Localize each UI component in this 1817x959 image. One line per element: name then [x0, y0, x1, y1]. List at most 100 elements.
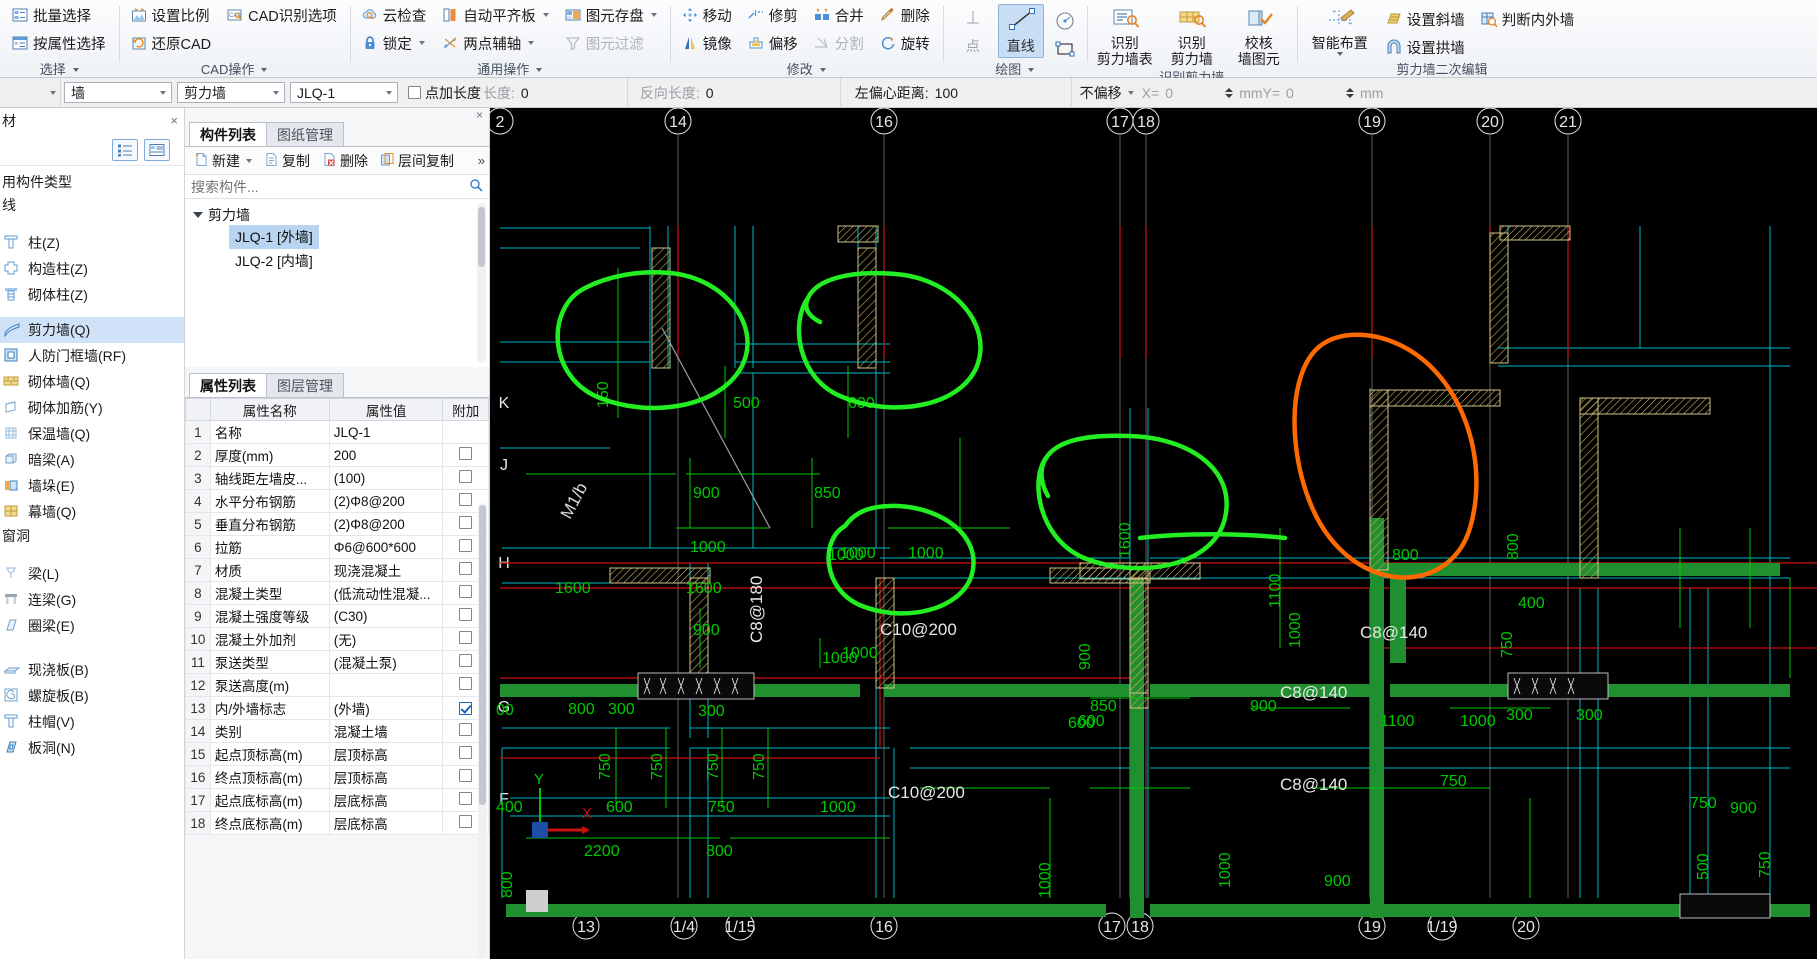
table-row[interactable]: 13 内/外墙标志 (外墙) — [185, 696, 489, 720]
property-value-cell[interactable]: 层底标高 — [328, 811, 444, 835]
cloud-check-button[interactable]: 云检查 — [357, 2, 433, 28]
table-row[interactable]: 2 厚度(mm) 200 — [185, 443, 489, 467]
sidebar-item-masonry-reinforcement[interactable]: 砌体加筋(Y) — [0, 395, 184, 421]
sidebar-item-civil-defense-door-frame-wall[interactable]: 人防门框墙(RF) — [0, 343, 184, 369]
auto-align-slab-button[interactable]: 自动平齐板 — [437, 2, 555, 28]
attach-checkbox[interactable] — [459, 562, 473, 575]
table-row[interactable]: 4 水平分布钢筋 (2)Φ8@200 — [185, 489, 489, 513]
ribbon-group-draw-title[interactable]: 绘图 — [950, 61, 1080, 78]
property-value-cell[interactable]: JLQ-1 — [328, 420, 444, 444]
check-wall-element-button[interactable]: 校核 墙图元 — [1228, 4, 1290, 69]
attach-checkbox[interactable] — [459, 539, 473, 552]
set-scale-button[interactable]: 设置比例 — [126, 2, 218, 28]
attach-checkbox[interactable] — [459, 585, 473, 598]
point-tool-button[interactable]: 点 — [950, 4, 996, 58]
sidebar-item-cast-in-place-slab[interactable]: 现浇板(B) — [0, 657, 184, 683]
attach-checkbox-checked[interactable] — [459, 702, 473, 715]
sidebar-item-structural-column[interactable]: 构造柱(Z) — [0, 256, 184, 282]
tab-component-list[interactable]: 构件列表 — [189, 122, 267, 146]
batch-select-button[interactable]: 批量选择 — [7, 2, 112, 28]
property-scrollbar[interactable] — [478, 503, 487, 958]
sidebar-item-column[interactable]: 柱(Z) — [0, 230, 184, 256]
arc-tool-button[interactable] — [1046, 7, 1080, 31]
table-row[interactable]: 17 起点底标高(m) 层底标高 — [185, 788, 489, 812]
ribbon-group-cad-title[interactable]: CAD操作 — [126, 61, 343, 78]
toolbar-overflow-button[interactable]: » — [478, 153, 485, 168]
x-input[interactable]: 0 — [1161, 82, 1223, 103]
attach-checkbox[interactable] — [459, 677, 473, 690]
two-point-aux-axis-button[interactable]: 两点辅轴 — [437, 30, 555, 56]
attach-checkbox[interactable] — [459, 654, 473, 667]
tab-layer-management[interactable]: 图层管理 — [266, 373, 344, 397]
attach-checkbox[interactable] — [459, 447, 473, 460]
property-value-cell[interactable]: Φ6@600*600 — [328, 535, 444, 559]
reverse-length-input[interactable]: 0 — [701, 82, 840, 103]
mirror-button[interactable]: 镜像 — [677, 30, 738, 56]
ribbon-group-select-title[interactable]: 选择 — [7, 61, 112, 78]
sidebar-item-masonry-column[interactable]: 砌体柱(Z) — [0, 282, 184, 308]
sidebar-item-insulation-wall[interactable]: 保温墙(Q) — [0, 421, 184, 447]
table-row[interactable]: 16 终点顶标高(m) 层顶标高 — [185, 765, 489, 789]
table-row[interactable]: 15 起点顶标高(m) 层顶标高 — [185, 742, 489, 766]
close-icon[interactable]: × — [476, 108, 483, 122]
table-row[interactable]: 12 泵送高度(m) — [185, 673, 489, 697]
line-tool-button[interactable]: 直线 — [997, 4, 1044, 58]
property-value-cell[interactable]: (2)Φ8@200 — [328, 512, 444, 536]
set-arch-wall-button[interactable]: 设置拱墙 — [1381, 34, 1471, 60]
sidebar-item-spiral-slab[interactable]: 螺旋板(B) — [0, 683, 184, 709]
offset-mode-combo[interactable]: 不偏移 — [1080, 83, 1134, 103]
property-value-cell[interactable]: (无) — [328, 627, 444, 651]
select-by-attribute-button[interactable]: 按属性选择 — [7, 30, 112, 56]
rect-tool-button[interactable] — [1046, 35, 1080, 59]
sidebar-item-column-cap[interactable]: 柱帽(V) — [0, 709, 184, 735]
sidebar-item-shear-wall[interactable]: 剪力墙(Q) — [0, 317, 184, 343]
table-row[interactable]: 18 终点底标高(m) 层底标高 — [185, 811, 489, 835]
tab-drawing-management[interactable]: 图纸管理 — [266, 122, 344, 146]
property-value-cell[interactable]: 层顶标高 — [328, 742, 444, 766]
smart-layout-button[interactable]: 智能布置 — [1304, 4, 1376, 58]
cad-drawing-canvas[interactable]: 2 14 16 17 18 19 20 21 13 1/4 1/15 16 17… — [490, 108, 1817, 959]
element-filter-button[interactable]: 图元过滤 — [560, 30, 663, 56]
property-value-cell[interactable]: 现浇混凝土 — [328, 558, 444, 582]
table-row[interactable]: 9 混凝土强度等级 (C30) — [185, 604, 489, 628]
attach-checkbox[interactable] — [459, 493, 473, 506]
y-spinner[interactable] — [1343, 87, 1356, 99]
new-component-button[interactable]: 新建 — [189, 148, 257, 174]
attach-checkbox[interactable] — [459, 470, 473, 483]
left-eccentric-input[interactable]: 100 — [930, 82, 1071, 103]
y-input[interactable]: 0 — [1282, 82, 1344, 103]
property-attach-cell[interactable] — [442, 420, 489, 444]
property-value-cell[interactable]: (混凝土泵) — [328, 650, 444, 674]
tab-property-list[interactable]: 属性列表 — [189, 373, 267, 397]
options-first-combo[interactable] — [0, 78, 60, 108]
ribbon-group-modify-title[interactable]: 修改 — [677, 61, 936, 78]
property-value-cell[interactable] — [328, 673, 444, 697]
property-value-cell[interactable]: 层顶标高 — [328, 765, 444, 789]
list-view-button[interactable] — [112, 138, 138, 161]
property-value-cell[interactable]: (100) — [328, 466, 444, 490]
sidebar-item-masonry-wall[interactable]: 砌体墙(Q) — [0, 369, 184, 395]
attach-checkbox[interactable] — [459, 792, 473, 805]
x-spinner[interactable] — [1222, 87, 1235, 99]
delete-button[interactable]: 删除 — [875, 2, 936, 28]
property-value-cell[interactable]: (外墙) — [328, 696, 444, 720]
split-button[interactable]: 分割 — [809, 30, 870, 56]
combo-wall-type[interactable]: 剪力墙 — [177, 82, 285, 103]
recognize-shearwall-button[interactable]: 识别 剪力墙 — [1161, 4, 1223, 69]
table-row[interactable]: 7 材质 现浇混凝土 — [185, 558, 489, 582]
table-row[interactable]: 3 轴线距左墙皮... (100) — [185, 466, 489, 490]
attach-checkbox[interactable] — [459, 631, 473, 644]
restore-cad-button[interactable]: 还原CAD — [126, 30, 218, 56]
combo-structure-type[interactable]: 墙 — [64, 82, 172, 103]
recognize-shearwall-table-button[interactable]: 识别 剪力墙表 — [1094, 4, 1156, 69]
rotate-button[interactable]: 旋转 — [875, 30, 936, 56]
attach-checkbox[interactable] — [459, 516, 473, 529]
property-value-cell[interactable]: 混凝土墙 — [328, 719, 444, 743]
cad-recognize-options-button[interactable]: CAD CAD识别选项 — [222, 2, 343, 28]
merge-button[interactable]: 合并 — [809, 2, 870, 28]
tree-item-jlq2[interactable]: JLQ-2 [内墙] — [229, 249, 319, 273]
sidebar-item-curtain-wall[interactable]: 幕墙(Q) — [0, 499, 184, 525]
search-input[interactable] — [191, 178, 469, 195]
add-length-checkbox[interactable]: 点加长度 — [408, 83, 481, 103]
table-row[interactable]: 1 名称 JLQ-1 — [185, 420, 489, 444]
